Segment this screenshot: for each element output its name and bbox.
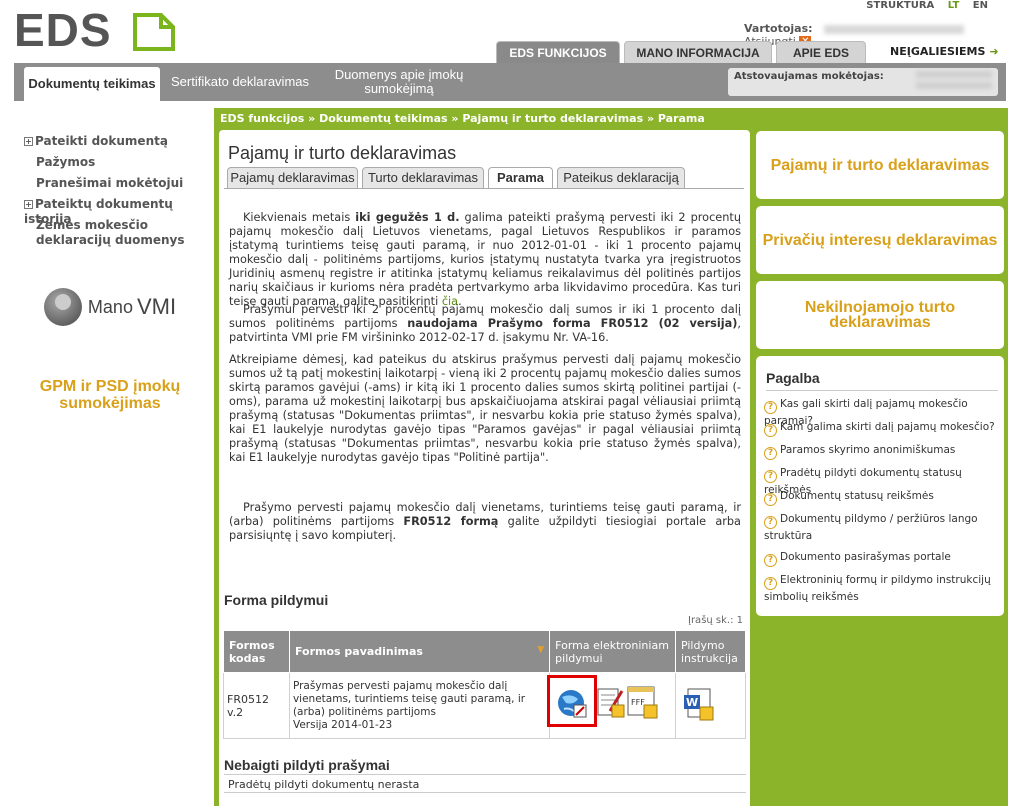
help-item[interactable]: ? Dokumentų pildymo / peržiūros lango str… — [764, 512, 1000, 544]
user-name-redacted — [824, 24, 965, 34]
table-row: FR0512 v.2 Prašymas pervesti pajamų moke… — [223, 672, 747, 739]
eds-logo[interactable]: EDS — [14, 7, 175, 53]
help-title: Pagalba — [766, 370, 820, 386]
sort-down-icon[interactable]: ▼ — [537, 645, 544, 655]
question-icon: ? — [764, 447, 777, 460]
col-header-name[interactable]: Formos pavadinimas ▼ — [288, 630, 551, 673]
mano-vmi-banner[interactable]: Mano VMI — [14, 262, 206, 352]
sidebar-item-pateikti[interactable]: + Pateikti dokumentą — [24, 134, 216, 149]
accessibility-label: NEĮGALIESIEMS — [890, 45, 986, 58]
document-icon — [133, 13, 175, 51]
svg-text:FFF: FFF — [631, 698, 645, 707]
sidebar-nav: + Pateikti dokumentą Pažymos Pranešimai m… — [14, 128, 206, 252]
question-icon: ? — [764, 470, 777, 483]
paragraph-1: Kiekvienais metais iki gegužės 1 d. gali… — [229, 211, 741, 308]
taxpayer-box: Atstovaujamas mokėtojas: — [728, 68, 998, 96]
question-icon: ? — [764, 401, 777, 414]
help-item[interactable]: ? Kam galima skirti dalį pajamų mokesčio? — [764, 420, 1000, 437]
help-item[interactable]: ? Elektroninių formų ir pildymo instrukci… — [764, 573, 1000, 605]
help-item[interactable]: ? Dokumentų statusų reikšmės — [764, 489, 1000, 506]
right-box-nekilnojamojo[interactable]: Nekilnojamojo turto deklaravimas — [756, 281, 1004, 349]
expand-icon: + — [24, 137, 33, 146]
ffdata-download-icon[interactable]: FFF — [626, 685, 660, 719]
subtab-duomenys-imoku[interactable]: Duomenys apie įmokų sumokėjimą — [324, 63, 474, 101]
tab-pateikus-deklaracija[interactable]: Pateikus deklaraciją — [557, 167, 685, 189]
svg-text:W: W — [686, 696, 698, 709]
form-section-title: Forma pildymui — [224, 592, 329, 608]
help-panel: Pagalba ? Kas gali skirti dalį pajamų mok… — [756, 356, 1004, 616]
globe-edit-icon[interactable] — [556, 687, 590, 721]
help-item[interactable]: ? Dokumento pasirašymas portale — [764, 550, 1000, 567]
tab-parama[interactable]: Parama — [488, 167, 553, 189]
sidebar-item-zemes[interactable]: Žemės mokesčio deklaracijų duomenys — [36, 218, 214, 248]
divider — [224, 792, 746, 793]
record-count: Įrašų sk.: 1 — [688, 615, 744, 626]
question-icon: ? — [764, 493, 777, 506]
tab-turto-deklaravimas[interactable]: Turto deklaravimas — [362, 167, 484, 189]
taxpayer-redacted — [916, 71, 992, 91]
col-header-code: Formos kodas — [223, 630, 290, 673]
vmi-name-text: VMI — [136, 294, 177, 319]
paragraph-2: Prašymui pervesti iki 2 procentų pajamų … — [229, 303, 741, 344]
form-version: Versija 2014-01-23 — [292, 718, 393, 731]
unfinished-title: Nebaigti pildyti prašymai — [224, 757, 390, 773]
paragraph-4: Prašymo pervesti pajamų mokesčio dalį vi… — [229, 501, 741, 542]
logo-text: EDS — [14, 4, 112, 56]
unfinished-empty: Pradėtų pildyti dokumentų nerasta — [228, 778, 420, 791]
instruction-cell: W — [674, 672, 747, 739]
lang-en-link[interactable]: EN — [973, 0, 988, 11]
arrow-right-icon: ➜ — [989, 45, 999, 58]
help-item[interactable]: ? Paramos skyrimo anonimiškumas — [764, 443, 1000, 460]
subtab-dokumentu-teikimas[interactable]: Dokumentų teikimas — [24, 67, 160, 101]
tab-underline — [224, 188, 744, 189]
taxpayer-label: Atstovaujamas mokėtojas: — [734, 71, 884, 82]
breadcrumb[interactable]: EDS funkcijos » Dokumentų teikimas » Paj… — [220, 112, 705, 125]
sidebar-item-pranesimai[interactable]: Pranešimai mokėtojui — [36, 176, 228, 191]
paragraph-3: Atkreipiame dėmesį, kad pateikus du atsk… — [229, 353, 741, 464]
col-header-electronic: Forma elektroniniam pildymui — [549, 630, 676, 673]
tab-mano-informacija[interactable]: MANO INFORMACIJA — [624, 41, 772, 63]
structure-link[interactable]: STRUKTŪRA — [866, 0, 934, 11]
subtab-sertifikato-deklaravimas[interactable]: Sertifikato deklaravimas — [164, 63, 316, 101]
top-links: STRUKTŪRA LT EN — [856, 0, 988, 11]
col-header-instruction: Pildymo instrukcija — [674, 630, 747, 673]
forms-table: Formos kodas Formos pavadinimas ▼ Forma e… — [223, 630, 747, 739]
question-icon: ? — [764, 516, 777, 529]
lang-lt-link[interactable]: LT — [948, 0, 960, 11]
tab-pajamu-deklaravimas[interactable]: Pajamų deklaravimas — [227, 167, 358, 189]
electronic-fill-cell: FFF — [547, 672, 676, 739]
expand-icon: + — [24, 200, 33, 209]
vmi-logo: Mano VMI — [43, 288, 177, 326]
question-icon: ? — [764, 424, 777, 437]
vmi-mano-text: Mano — [87, 296, 133, 317]
gpm-psd-banner[interactable]: GPM ir PSD įmokų sumokėjimas — [14, 360, 206, 430]
question-icon: ? — [764, 577, 777, 590]
user-label: Vartotojas: — [744, 22, 813, 35]
divider — [766, 390, 998, 391]
form-name-cell: Prašymas pervesti pajamų mokesčio dalį v… — [288, 672, 551, 739]
word-doc-icon[interactable]: W — [682, 687, 716, 721]
right-box-privaciu-interesu[interactable]: Privačių interesų deklaravimas — [756, 206, 1004, 274]
question-icon: ? — [764, 554, 777, 567]
right-box-pajamu-turto[interactable]: Pajamų ir turto deklaravimas — [756, 131, 1004, 199]
form-code: FR0512 v.2 — [223, 672, 290, 739]
tab-eds-funkcijos[interactable]: EDS FUNKCIJOS — [496, 41, 620, 63]
person-icon — [43, 288, 82, 326]
divider — [224, 774, 746, 775]
page-title: Pajamų ir turto deklaravimas — [228, 143, 457, 163]
form-edit-icon[interactable] — [596, 685, 626, 719]
form-name: Prašymas pervesti pajamų mokesčio dalį v… — [292, 679, 526, 718]
accessibility-link[interactable]: NEĮGALIESIEMS ➜ — [890, 45, 999, 58]
sidebar-item-pazymos[interactable]: Pažymos — [36, 155, 228, 170]
tab-apie-eds[interactable]: APIE EDS — [776, 41, 866, 63]
